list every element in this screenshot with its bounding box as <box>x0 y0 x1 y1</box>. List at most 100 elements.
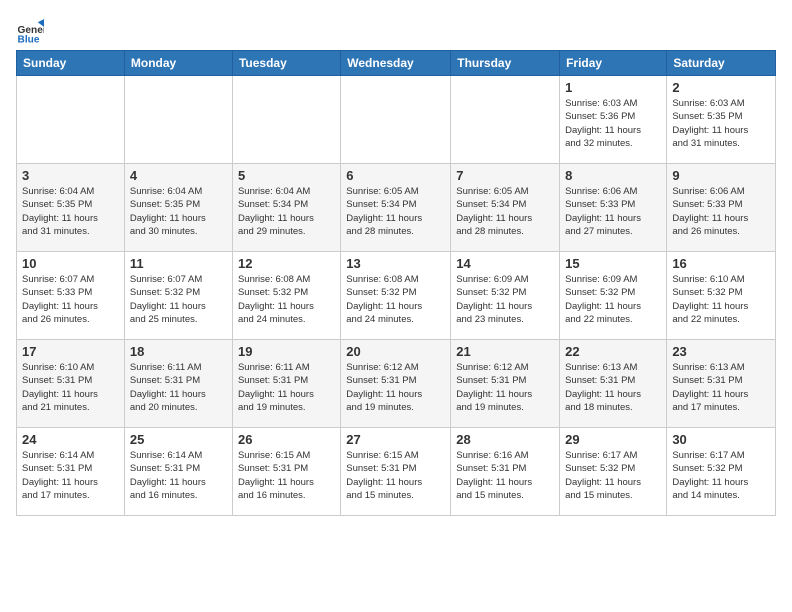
day-info: Sunrise: 6:06 AMSunset: 5:33 PMDaylight:… <box>672 185 770 238</box>
day-number: 12 <box>238 256 335 271</box>
day-number: 22 <box>565 344 661 359</box>
day-number: 27 <box>346 432 445 447</box>
day-info: Sunrise: 6:12 AMSunset: 5:31 PMDaylight:… <box>456 361 554 414</box>
day-info: Sunrise: 6:05 AMSunset: 5:34 PMDaylight:… <box>346 185 445 238</box>
day-info: Sunrise: 6:08 AMSunset: 5:32 PMDaylight:… <box>238 273 335 326</box>
calendar-cell: 2Sunrise: 6:03 AMSunset: 5:35 PMDaylight… <box>667 76 776 164</box>
day-info: Sunrise: 6:13 AMSunset: 5:31 PMDaylight:… <box>672 361 770 414</box>
logo: General Blue <box>16 16 48 44</box>
day-info: Sunrise: 6:15 AMSunset: 5:31 PMDaylight:… <box>346 449 445 502</box>
day-info: Sunrise: 6:11 AMSunset: 5:31 PMDaylight:… <box>238 361 335 414</box>
day-header-thursday: Thursday <box>451 51 560 76</box>
day-number: 16 <box>672 256 770 271</box>
calendar-cell: 18 Sunrise: 6:11 AMSunset: 5:31 PMDayligh… <box>124 340 232 428</box>
day-info: Sunrise: 6:08 AMSunset: 5:32 PMDaylight:… <box>346 273 445 326</box>
day-number: 13 <box>346 256 445 271</box>
day-info: Sunrise: 6:10 AMSunset: 5:32 PMDaylight:… <box>672 273 770 326</box>
day-number: 18 <box>130 344 227 359</box>
day-number: 20 <box>346 344 445 359</box>
day-header-friday: Friday <box>560 51 667 76</box>
day-info: Sunrise: 6:03 AMSunset: 5:36 PMDaylight:… <box>565 97 661 150</box>
calendar-cell: 26Sunrise: 6:15 AMSunset: 5:31 PMDayligh… <box>232 428 340 516</box>
week-row-2: 3 Sunrise: 6:04 AMSunset: 5:35 PMDaylight… <box>17 164 776 252</box>
calendar-cell: 22 Sunrise: 6:13 AMSunset: 5:31 PMDayligh… <box>560 340 667 428</box>
day-header-tuesday: Tuesday <box>232 51 340 76</box>
day-info: Sunrise: 6:12 AMSunset: 5:31 PMDaylight:… <box>346 361 445 414</box>
calendar-cell <box>232 76 340 164</box>
calendar-cell: 5 Sunrise: 6:04 AMSunset: 5:34 PMDaylight… <box>232 164 340 252</box>
calendar-cell: 14 Sunrise: 6:09 AMSunset: 5:32 PMDayligh… <box>451 252 560 340</box>
day-info: Sunrise: 6:04 AMSunset: 5:34 PMDaylight:… <box>238 185 335 238</box>
day-info: Sunrise: 6:05 AMSunset: 5:34 PMDaylight:… <box>456 185 554 238</box>
week-row-3: 10 Sunrise: 6:07 AMSunset: 5:33 PMDayligh… <box>17 252 776 340</box>
day-number: 9 <box>672 168 770 183</box>
day-info: Sunrise: 6:10 AMSunset: 5:31 PMDaylight:… <box>22 361 119 414</box>
calendar-cell: 13 Sunrise: 6:08 AMSunset: 5:32 PMDayligh… <box>341 252 451 340</box>
calendar-cell: 25Sunrise: 6:14 AMSunset: 5:31 PMDayligh… <box>124 428 232 516</box>
calendar-cell: 24 Sunrise: 6:14 AMSunset: 5:31 PMDayligh… <box>17 428 125 516</box>
calendar-cell: 28 Sunrise: 6:16 AMSunset: 5:31 PMDayligh… <box>451 428 560 516</box>
calendar-cell: 15Sunrise: 6:09 AMSunset: 5:32 PMDayligh… <box>560 252 667 340</box>
day-number: 17 <box>22 344 119 359</box>
calendar-cell: 6 Sunrise: 6:05 AMSunset: 5:34 PMDaylight… <box>341 164 451 252</box>
day-number: 8 <box>565 168 661 183</box>
calendar-cell: 12 Sunrise: 6:08 AMSunset: 5:32 PMDayligh… <box>232 252 340 340</box>
day-number: 30 <box>672 432 770 447</box>
day-info: Sunrise: 6:17 AMSunset: 5:32 PMDaylight:… <box>672 449 770 502</box>
day-info: Sunrise: 6:11 AMSunset: 5:31 PMDaylight:… <box>130 361 227 414</box>
day-number: 15 <box>565 256 661 271</box>
logo-icon: General Blue <box>16 16 44 44</box>
header: General Blue <box>16 16 776 44</box>
day-info: Sunrise: 6:14 AMSunset: 5:31 PMDaylight:… <box>130 449 227 502</box>
day-header-wednesday: Wednesday <box>341 51 451 76</box>
calendar-cell: 17 Sunrise: 6:10 AMSunset: 5:31 PMDayligh… <box>17 340 125 428</box>
day-header-sunday: Sunday <box>17 51 125 76</box>
day-info: Sunrise: 6:15 AMSunset: 5:31 PMDaylight:… <box>238 449 335 502</box>
calendar-cell: 21 Sunrise: 6:12 AMSunset: 5:31 PMDayligh… <box>451 340 560 428</box>
calendar-cell: 23 Sunrise: 6:13 AMSunset: 5:31 PMDayligh… <box>667 340 776 428</box>
calendar-cell: 3 Sunrise: 6:04 AMSunset: 5:35 PMDaylight… <box>17 164 125 252</box>
day-number: 10 <box>22 256 119 271</box>
day-info: Sunrise: 6:14 AMSunset: 5:31 PMDaylight:… <box>22 449 119 502</box>
day-info: Sunrise: 6:03 AMSunset: 5:35 PMDaylight:… <box>672 97 770 150</box>
svg-text:Blue: Blue <box>18 34 40 44</box>
calendar-cell: 1Sunrise: 6:03 AMSunset: 5:36 PMDaylight… <box>560 76 667 164</box>
day-number: 11 <box>130 256 227 271</box>
day-number: 3 <box>22 168 119 183</box>
day-number: 24 <box>22 432 119 447</box>
week-row-1: 1Sunrise: 6:03 AMSunset: 5:36 PMDaylight… <box>17 76 776 164</box>
day-header-monday: Monday <box>124 51 232 76</box>
calendar-cell: 4 Sunrise: 6:04 AMSunset: 5:35 PMDaylight… <box>124 164 232 252</box>
day-info: Sunrise: 6:06 AMSunset: 5:33 PMDaylight:… <box>565 185 661 238</box>
calendar: SundayMondayTuesdayWednesdayThursdayFrid… <box>16 50 776 516</box>
week-row-5: 24 Sunrise: 6:14 AMSunset: 5:31 PMDayligh… <box>17 428 776 516</box>
calendar-cell <box>341 76 451 164</box>
day-number: 7 <box>456 168 554 183</box>
day-info: Sunrise: 6:04 AMSunset: 5:35 PMDaylight:… <box>130 185 227 238</box>
page: General Blue SundayMondayTuesdayWednesda… <box>0 0 792 532</box>
calendar-cell: 20 Sunrise: 6:12 AMSunset: 5:31 PMDayligh… <box>341 340 451 428</box>
calendar-cell: 30 Sunrise: 6:17 AMSunset: 5:32 PMDayligh… <box>667 428 776 516</box>
day-info: Sunrise: 6:04 AMSunset: 5:35 PMDaylight:… <box>22 185 119 238</box>
day-number: 28 <box>456 432 554 447</box>
day-info: Sunrise: 6:09 AMSunset: 5:32 PMDaylight:… <box>456 273 554 326</box>
day-info: Sunrise: 6:07 AMSunset: 5:33 PMDaylight:… <box>22 273 119 326</box>
week-row-4: 17 Sunrise: 6:10 AMSunset: 5:31 PMDayligh… <box>17 340 776 428</box>
day-number: 19 <box>238 344 335 359</box>
calendar-cell: 10 Sunrise: 6:07 AMSunset: 5:33 PMDayligh… <box>17 252 125 340</box>
calendar-cell <box>451 76 560 164</box>
day-number: 29 <box>565 432 661 447</box>
day-number: 5 <box>238 168 335 183</box>
day-info: Sunrise: 6:16 AMSunset: 5:31 PMDaylight:… <box>456 449 554 502</box>
day-number: 14 <box>456 256 554 271</box>
day-number: 6 <box>346 168 445 183</box>
day-number: 21 <box>456 344 554 359</box>
day-info: Sunrise: 6:17 AMSunset: 5:32 PMDaylight:… <box>565 449 661 502</box>
calendar-cell: 19 Sunrise: 6:11 AMSunset: 5:31 PMDayligh… <box>232 340 340 428</box>
day-info: Sunrise: 6:13 AMSunset: 5:31 PMDaylight:… <box>565 361 661 414</box>
day-number: 4 <box>130 168 227 183</box>
day-number: 23 <box>672 344 770 359</box>
day-info: Sunrise: 6:07 AMSunset: 5:32 PMDaylight:… <box>130 273 227 326</box>
day-header-saturday: Saturday <box>667 51 776 76</box>
calendar-cell <box>17 76 125 164</box>
